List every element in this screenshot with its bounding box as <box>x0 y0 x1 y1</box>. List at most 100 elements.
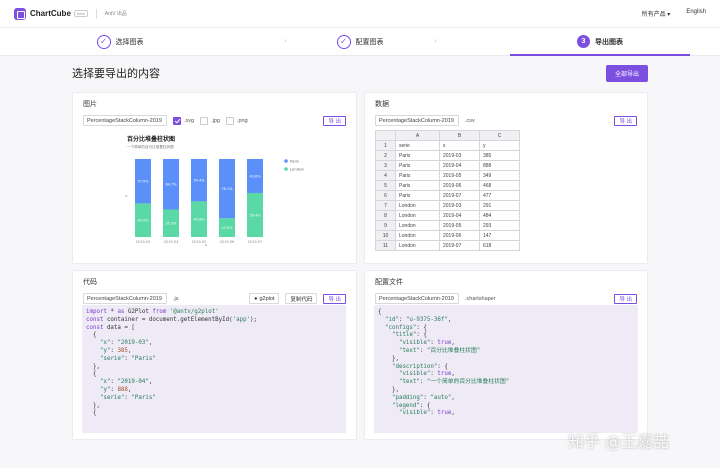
data-label: 64.7% <box>165 183 177 187</box>
step-label: 选择图表 <box>115 38 144 46</box>
table-cell[interactable]: 2019-06 <box>439 180 480 191</box>
data-label: 57.0% <box>137 180 149 184</box>
file-extension: .chartshaper <box>465 295 496 302</box>
check-icon: ✓ <box>96 34 111 49</box>
github-icon: ● <box>254 295 258 302</box>
panel-title: 图片 <box>83 101 97 108</box>
table-row: 1 serie x y <box>375 140 520 151</box>
table-cell[interactable]: 2019-03 <box>439 200 480 211</box>
table-cell[interactable]: Paris <box>395 190 440 201</box>
y-axis-label: y <box>124 195 128 197</box>
table-cell[interactable]: 888 <box>479 160 520 171</box>
table-cell[interactable]: London <box>395 220 440 231</box>
data-label: 43.6% <box>249 174 261 178</box>
panel-title: 配置文件 <box>375 279 403 286</box>
table-row: 6 Paris 2019-07 477 <box>375 190 520 201</box>
antv-label[interactable]: AntV 出品 <box>105 10 127 17</box>
page-title: 选择要导出的内容 <box>72 68 160 80</box>
data-label: 54.4% <box>193 179 205 183</box>
check-icon: ✓ <box>336 34 351 49</box>
table-cell[interactable]: 618 <box>479 240 520 251</box>
table-cell[interactable]: 2019-04 <box>439 210 480 221</box>
image-filename-input[interactable]: PercentageStackColumn-2019 <box>83 115 167 126</box>
table-row: 9 London 2019-05 293 <box>375 220 520 231</box>
x-tick-label: 2019-05 <box>192 240 207 244</box>
table-cell[interactable]: 2019-07 <box>439 190 480 201</box>
row-number: 10 <box>375 230 396 241</box>
step-number: 3 <box>577 35 590 48</box>
table-row: 3 Paris 2019-04 888 <box>375 160 520 171</box>
row-number: 5 <box>375 180 396 191</box>
copy-code-button[interactable]: 复制代码 <box>285 293 318 304</box>
table-cell[interactable]: serie <box>395 140 440 151</box>
table-cell[interactable]: Paris <box>395 180 440 191</box>
table-cell[interactable]: 468 <box>479 180 520 191</box>
row-number: 7 <box>375 200 396 211</box>
table-cell[interactable]: 147 <box>479 230 520 241</box>
code-editor[interactable]: import * as G2Plot from '@antv/g2plot' c… <box>82 305 346 433</box>
data-label: 43.0% <box>137 219 149 223</box>
table-cell[interactable]: Paris <box>395 150 440 161</box>
x-tick-label: 2019-04 <box>164 240 179 244</box>
config-editor[interactable]: { "id": "u-9375-36f", "configs": { "titl… <box>374 305 638 433</box>
format-png-checkbox[interactable]: .png <box>225 116 248 125</box>
table-cell[interactable]: Paris <box>395 170 440 181</box>
table-cell[interactable]: Paris <box>395 160 440 171</box>
table-row: 7 London 2019-03 291 <box>375 200 520 211</box>
export-image-button[interactable]: 导 出 <box>323 115 346 126</box>
table-cell[interactable]: 484 <box>479 210 520 221</box>
code-filename-input[interactable]: PercentageStackColumn-2019 <box>83 293 167 304</box>
panel-title: 代码 <box>83 279 97 286</box>
step-select-chart[interactable]: ✓ 选择图表 <box>0 28 240 55</box>
divider <box>95 8 97 19</box>
table-cell[interactable]: London <box>395 200 440 211</box>
format-jpg-checkbox[interactable]: .jpg <box>200 116 220 125</box>
step-export-chart[interactable]: 3 导出图表 <box>480 28 720 56</box>
row-number: 9 <box>375 220 396 231</box>
table-cell[interactable]: y <box>479 140 520 151</box>
config-filename-input[interactable]: PercentageStackColumn-2019 <box>375 293 459 304</box>
g2plot-button[interactable]: ● g2plot <box>249 293 280 304</box>
chartcube-logo-icon[interactable] <box>14 7 26 20</box>
table-cell[interactable]: 2019-07 <box>439 240 480 251</box>
format-svg-checkbox[interactable]: .svg <box>173 116 195 125</box>
table-cell[interactable]: 2019-05 <box>439 220 480 231</box>
table-cell[interactable]: 293 <box>479 220 520 231</box>
column-header: A <box>395 130 440 141</box>
table-cell[interactable]: 477 <box>479 190 520 201</box>
file-extension: .csv <box>465 117 475 124</box>
export-all-button[interactable]: 全部导出 <box>606 65 648 82</box>
table-row: 8 London 2019-04 484 <box>375 210 520 221</box>
button-label: g2plot <box>259 295 275 302</box>
language-switch[interactable]: English <box>686 9 706 18</box>
format-label: .svg <box>184 117 195 124</box>
export-config-button[interactable]: 导 出 <box>614 293 637 304</box>
table-cell[interactable]: 349 <box>479 170 520 181</box>
table-row: 5 Paris 2019-06 468 <box>375 180 520 191</box>
brand-name[interactable]: ChartCube <box>30 9 71 18</box>
table-cell[interactable]: 385 <box>479 150 520 161</box>
format-label: .png <box>236 117 248 124</box>
export-data-button[interactable]: 导 出 <box>614 115 637 126</box>
step-configure-chart[interactable]: ✓ 配置图表 <box>240 28 480 55</box>
data-filename-input[interactable]: PercentageStackColumn-2019 <box>375 115 459 126</box>
panel-title: 数据 <box>375 101 389 108</box>
table-cell[interactable]: 2019-06 <box>439 230 480 241</box>
table-cell[interactable]: London <box>395 230 440 241</box>
all-products-menu[interactable]: 所有产品 ▾ <box>642 9 671 18</box>
table-row: 11 London 2019-07 618 <box>375 240 520 251</box>
top-bar: ChartCube beta AntV 出品 所有产品 ▾ English <box>0 0 720 28</box>
file-extension: .js <box>173 295 179 302</box>
export-code-button[interactable]: 导 出 <box>323 293 346 304</box>
table-cell[interactable]: 2019-03 <box>439 150 480 161</box>
row-number: 3 <box>375 160 396 171</box>
image-panel: 图片 PercentageStackColumn-2019 .svg .jpg … <box>72 92 357 264</box>
table-cell[interactable]: 2019-05 <box>439 170 480 181</box>
table-cell[interactable]: x <box>439 140 480 151</box>
row-number: 1 <box>375 140 396 151</box>
table-cell[interactable]: London <box>395 240 440 251</box>
table-cell[interactable]: London <box>395 210 440 221</box>
table-cell[interactable]: 291 <box>479 200 520 211</box>
table-cell[interactable]: 2019-04 <box>439 160 480 171</box>
row-number: 11 <box>375 240 396 251</box>
